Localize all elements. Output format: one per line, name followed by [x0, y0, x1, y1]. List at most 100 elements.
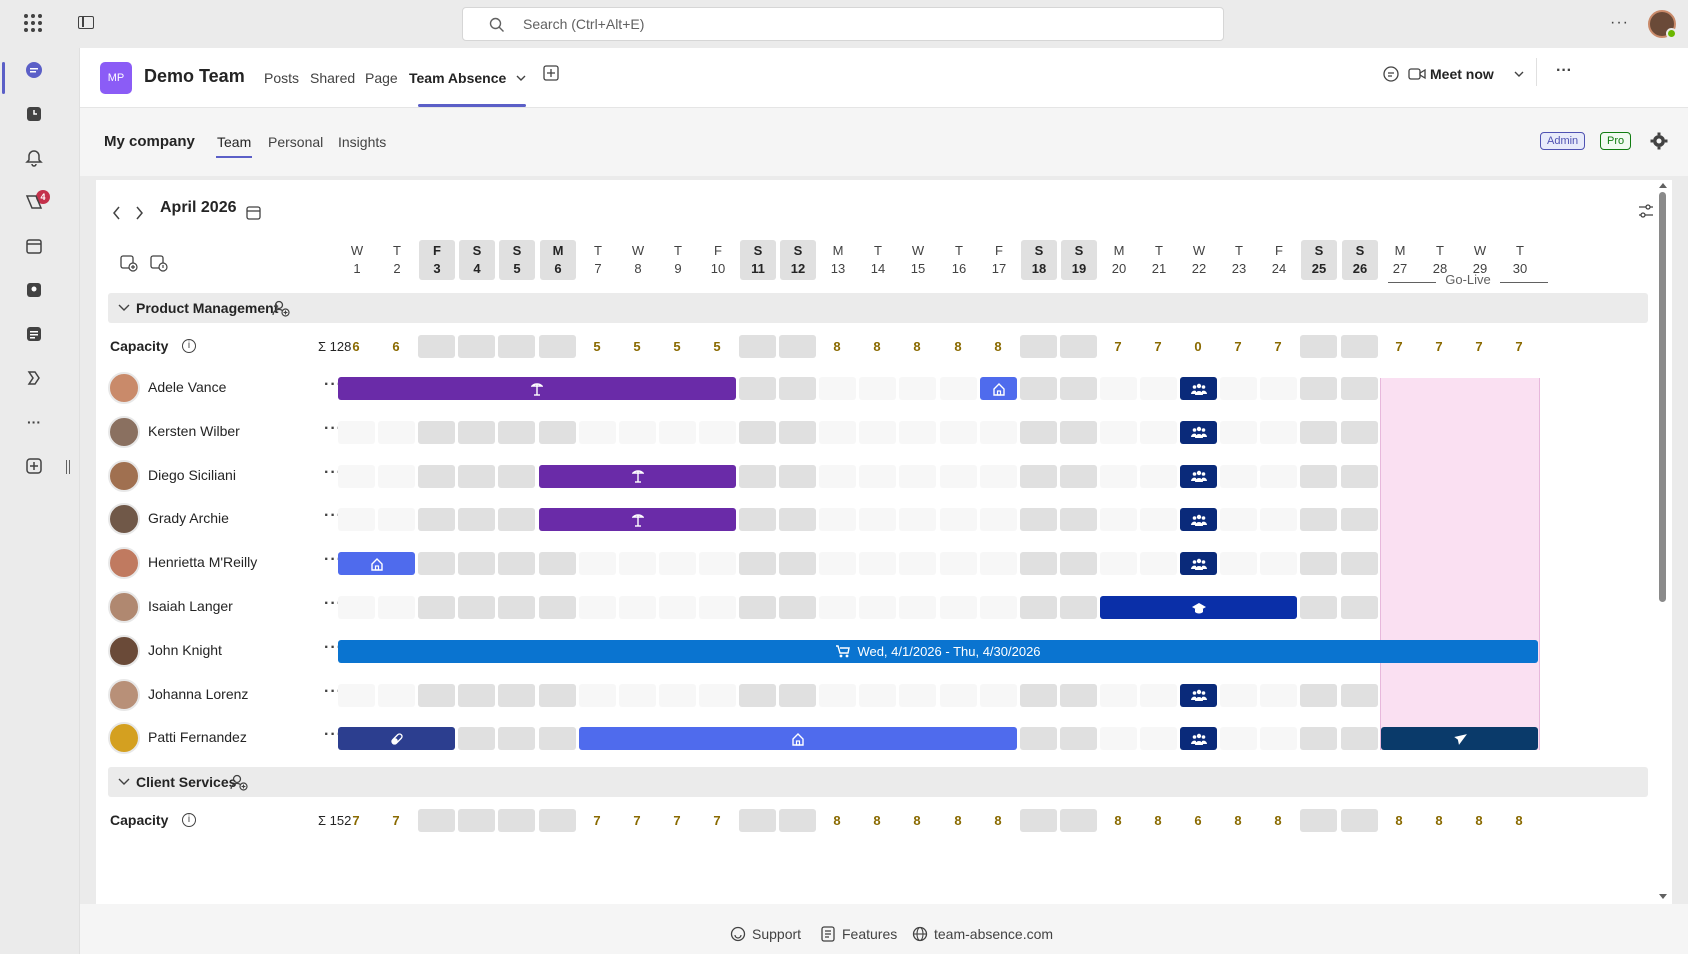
day-cell[interactable] — [739, 508, 776, 532]
day-cell[interactable] — [1220, 464, 1257, 488]
search-input[interactable]: Search (Ctrl+Alt+E) — [462, 7, 1224, 41]
day-cell[interactable] — [458, 508, 495, 532]
support-link[interactable]: Support — [730, 926, 801, 942]
day-cell[interactable] — [899, 552, 936, 576]
video-camera-icon[interactable] — [1408, 67, 1426, 81]
day-cell[interactable] — [619, 420, 656, 444]
member-name[interactable]: John Knight — [148, 642, 222, 658]
chat-icon[interactable] — [22, 58, 46, 82]
info-icon[interactable]: i — [182, 813, 196, 827]
absence-bar-team[interactable] — [1180, 464, 1217, 488]
day-cell[interactable] — [1381, 421, 1418, 444]
day-cell[interactable] — [1381, 508, 1418, 531]
day-cell[interactable] — [539, 552, 576, 576]
tab-personal[interactable]: Personal — [268, 134, 323, 150]
day-cell[interactable] — [940, 552, 977, 576]
day-cell[interactable] — [619, 552, 656, 576]
copilot-icon[interactable] — [22, 366, 46, 390]
features-link[interactable]: Features — [820, 926, 897, 942]
day-cell[interactable] — [1020, 727, 1057, 751]
day-cell[interactable] — [980, 596, 1017, 619]
day-cell[interactable] — [1341, 552, 1378, 576]
absence-bar-vacation[interactable] — [539, 464, 736, 488]
day-cell[interactable] — [899, 508, 936, 532]
day-cell[interactable] — [539, 596, 576, 619]
clock-icon[interactable] — [22, 102, 46, 126]
day-cell[interactable] — [539, 683, 576, 707]
absence-bar-travel[interactable] — [1381, 727, 1538, 751]
previous-month-icon[interactable] — [112, 206, 122, 220]
absence-bar-team[interactable] — [1180, 508, 1217, 532]
day-cell[interactable] — [1381, 684, 1418, 707]
day-cell[interactable] — [1501, 684, 1538, 707]
day-cell[interactable] — [859, 552, 896, 576]
day-cell[interactable] — [1381, 377, 1418, 400]
day-cell[interactable] — [1220, 420, 1257, 444]
export-icon[interactable] — [150, 254, 168, 272]
group-header[interactable]: Client Services — [108, 767, 1648, 797]
day-cell[interactable] — [819, 377, 856, 400]
avatar[interactable] — [108, 722, 140, 755]
day-cell[interactable] — [579, 596, 616, 619]
day-cell[interactable] — [338, 596, 375, 619]
day-cell[interactable] — [1501, 421, 1538, 444]
day-cell[interactable] — [1020, 464, 1057, 488]
absence-bar-team[interactable] — [1180, 552, 1217, 576]
day-cell[interactable] — [1060, 596, 1097, 619]
day-cell[interactable] — [899, 420, 936, 444]
absence-bar-team[interactable] — [1180, 727, 1217, 751]
day-cell[interactable] — [1421, 552, 1458, 575]
resize-handle-icon[interactable] — [66, 460, 70, 474]
day-cell[interactable] — [619, 596, 656, 619]
day-cell[interactable] — [779, 420, 816, 444]
day-cell[interactable] — [418, 508, 455, 532]
day-cell[interactable] — [1300, 377, 1337, 400]
day-cell[interactable] — [1100, 727, 1137, 751]
tab-posts[interactable]: Posts — [264, 70, 299, 86]
day-cell[interactable] — [779, 377, 816, 400]
add-tab-icon[interactable] — [543, 65, 559, 81]
day-cell[interactable] — [498, 508, 535, 532]
day-cell[interactable] — [1060, 683, 1097, 707]
day-cell[interactable] — [980, 420, 1017, 444]
day-cell[interactable] — [1300, 596, 1337, 619]
day-cell[interactable] — [739, 596, 776, 619]
absence-bar-home[interactable] — [579, 727, 1017, 751]
day-cell[interactable] — [779, 464, 816, 488]
day-cell[interactable] — [1260, 464, 1297, 488]
absence-bar-home[interactable] — [980, 377, 1017, 400]
day-cell[interactable] — [1060, 377, 1097, 400]
day-cell[interactable] — [1341, 596, 1378, 619]
day-cell[interactable] — [940, 377, 977, 400]
day-cell[interactable] — [498, 420, 535, 444]
day-cell[interactable] — [940, 596, 977, 619]
add-member-icon[interactable] — [230, 773, 248, 791]
day-cell[interactable] — [1300, 508, 1337, 532]
day-cell[interactable] — [1461, 465, 1498, 488]
day-cell[interactable] — [378, 464, 415, 488]
day-cell[interactable] — [1060, 464, 1097, 488]
day-cell[interactable] — [819, 596, 856, 619]
absence-bar-team[interactable] — [1180, 377, 1217, 400]
day-cell[interactable] — [539, 727, 576, 751]
day-cell[interactable] — [819, 464, 856, 488]
day-cell[interactable] — [1461, 552, 1498, 575]
day-cell[interactable] — [1060, 727, 1097, 751]
tab-shared[interactable]: Shared — [310, 70, 355, 86]
absence-bar-parental[interactable]: Wed, 4/1/2026 - Thu, 4/30/2026 — [338, 639, 1538, 663]
team-more-icon[interactable]: ··· — [1556, 62, 1572, 80]
day-cell[interactable] — [899, 596, 936, 619]
day-cell[interactable] — [739, 552, 776, 576]
day-cell[interactable] — [859, 683, 896, 707]
day-cell[interactable] — [659, 683, 696, 707]
day-cell[interactable] — [579, 420, 616, 444]
settings-gear-icon[interactable] — [1650, 132, 1668, 150]
day-cell[interactable] — [1020, 683, 1057, 707]
absence-bar-vacation[interactable] — [338, 377, 736, 400]
day-cell[interactable] — [779, 683, 816, 707]
day-cell[interactable] — [458, 596, 495, 619]
day-cell[interactable] — [338, 464, 375, 488]
add-absence-icon[interactable] — [120, 254, 138, 272]
day-cell[interactable] — [378, 420, 415, 444]
day-cell[interactable] — [1100, 508, 1137, 532]
